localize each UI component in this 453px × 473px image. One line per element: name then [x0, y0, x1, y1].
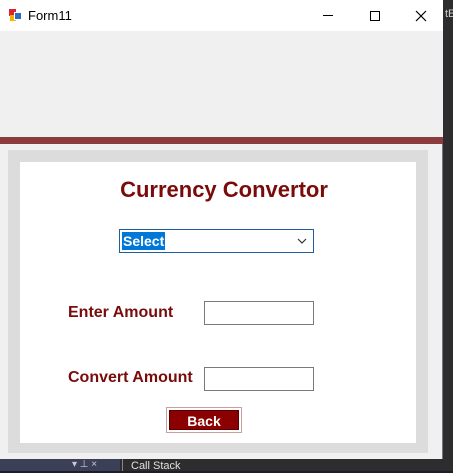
- close-icon: [415, 10, 427, 21]
- convert-amount-label: Convert Amount: [68, 369, 193, 386]
- window-title: Form11: [28, 8, 72, 23]
- header-divider-band: [0, 137, 443, 144]
- ide-bottom-left-panel: [0, 459, 120, 471]
- ide-separator: [122, 459, 123, 471]
- enter-amount-label: Enter Amount: [68, 304, 174, 321]
- enter-amount-input[interactable]: [204, 301, 314, 325]
- maximize-icon: [370, 10, 380, 21]
- ide-panel-controls[interactable]: ▾ ⊥ ×: [72, 459, 97, 471]
- close-button[interactable]: [398, 0, 444, 31]
- convert-amount-output[interactable]: [204, 367, 314, 391]
- minimize-icon: [323, 15, 333, 16]
- minimize-button[interactable]: [305, 0, 351, 31]
- currency-select[interactable]: Select: [119, 229, 314, 253]
- page-title: Currency Convertor: [120, 177, 328, 202]
- ide-background-right: [443, 0, 453, 471]
- chevron-down-icon: [297, 238, 307, 244]
- ide-right-edge-text: tE: [445, 8, 453, 20]
- currency-select-value: Select: [122, 232, 166, 250]
- back-button-label: Back: [169, 410, 239, 430]
- header-area: [0, 31, 443, 137]
- maximize-button[interactable]: [352, 0, 398, 31]
- app-icon[interactable]: [9, 9, 22, 22]
- back-button[interactable]: Back: [166, 407, 242, 433]
- title-bar[interactable]: Form11: [0, 0, 443, 31]
